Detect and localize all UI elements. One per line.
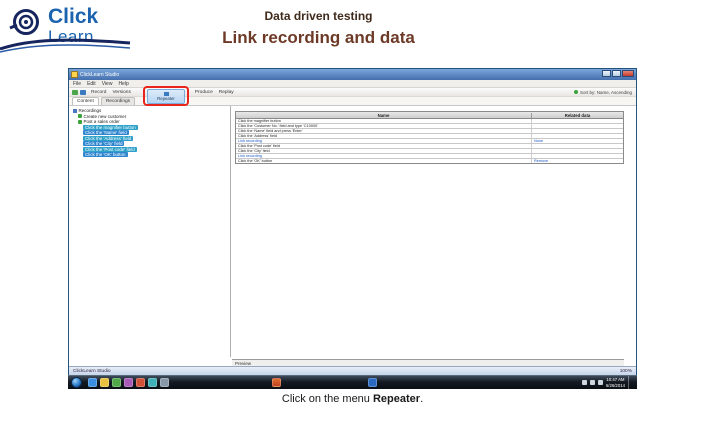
toolbar-replay-button[interactable]: Replay bbox=[216, 90, 237, 95]
windows-taskbar: 10:47 AM 6/26/2014 bbox=[68, 375, 637, 389]
tab-recordings[interactable]: Recordings bbox=[101, 97, 135, 105]
step-name-cell: Click the magnifier button bbox=[236, 119, 532, 123]
menu-file[interactable]: File bbox=[73, 81, 81, 87]
status-left-text: ClickLearn Studio bbox=[73, 369, 111, 374]
window-titlebar[interactable]: ClickLearn Studio bbox=[69, 69, 636, 80]
taskbar-explorer-icon[interactable] bbox=[100, 378, 109, 387]
step-name-cell: Click the 'Post code' field bbox=[236, 144, 532, 148]
tree-item-label: Create new customer bbox=[84, 114, 127, 119]
steps-panel: Name Related data Click the magnifier bu… bbox=[232, 106, 635, 357]
open-icon[interactable] bbox=[80, 90, 86, 95]
caption-repeater: Repeater bbox=[373, 393, 420, 405]
step-name-cell: Click the 'Customer No.' field and type … bbox=[236, 124, 532, 128]
network-icon[interactable] bbox=[590, 380, 595, 385]
window-app-icon bbox=[71, 71, 78, 78]
caption-prefix: Click on the menu bbox=[282, 393, 373, 405]
taskbar-app-icon[interactable] bbox=[136, 378, 145, 387]
taskbar-app-icon[interactable] bbox=[160, 378, 169, 387]
preview-bar[interactable]: Preview bbox=[232, 359, 624, 366]
slide-caption: Click on the menu Repeater. bbox=[68, 393, 637, 405]
tree-selected-label: Click the 'Address' field bbox=[83, 136, 133, 141]
toolbar-versions-button[interactable]: Versions bbox=[109, 90, 133, 95]
taskbar-icons bbox=[88, 378, 377, 387]
slide-subtitle: Data driven testing bbox=[0, 9, 637, 23]
menu-help[interactable]: Help bbox=[118, 81, 128, 87]
folder-icon bbox=[73, 109, 77, 113]
check-icon bbox=[78, 114, 82, 118]
tree-selected-label: Click the 'Post code' field bbox=[83, 147, 137, 152]
record-icon[interactable] bbox=[72, 90, 78, 95]
sort-text: Sort by: Name, Ascending bbox=[580, 90, 632, 95]
step-name-link[interactable]: Link recording bbox=[236, 154, 532, 158]
taskbar-clock[interactable]: 10:47 AM 6/26/2014 bbox=[606, 377, 625, 388]
toolbar-record-button[interactable]: Record bbox=[88, 90, 109, 95]
tree-selected-item[interactable]: Click the 'OK' button bbox=[70, 152, 230, 158]
taskbar-browser-icon[interactable] bbox=[88, 378, 97, 387]
steps-table: Name Related data Click the magnifier bu… bbox=[235, 111, 624, 164]
slide-title: Link recording and data bbox=[0, 28, 637, 48]
step-name-link[interactable]: Link recording bbox=[236, 139, 532, 143]
taskbar-pinned-app-icon[interactable] bbox=[368, 378, 377, 387]
preview-label: Preview bbox=[235, 361, 251, 366]
step-name-cell: Click the 'Name' field and press 'Enter' bbox=[236, 129, 532, 133]
menu-edit[interactable]: Edit bbox=[87, 81, 96, 87]
recordings-tree-panel: Recordings Create new customer Post a sa… bbox=[70, 106, 231, 357]
step-name-cell: Click the 'City' field bbox=[236, 149, 532, 153]
tree-item-label: Post a sales order bbox=[84, 119, 120, 124]
related-data-link[interactable]: None bbox=[532, 139, 623, 143]
maximize-button[interactable] bbox=[612, 70, 621, 77]
clicklearn-studio-window: ClickLearn Studio File Edit View Help Re… bbox=[68, 68, 637, 375]
close-button[interactable] bbox=[622, 70, 634, 77]
tree-root-label: Recordings bbox=[79, 108, 102, 113]
table-header-row: Name Related data bbox=[236, 112, 623, 119]
check-icon bbox=[78, 120, 82, 124]
table-row[interactable]: Click the 'OK' button Remove bbox=[236, 159, 623, 163]
step-name-cell: Click the 'OK' button bbox=[236, 159, 532, 163]
slide: Click Learn Data driven testing Link rec… bbox=[0, 0, 720, 437]
start-button[interactable] bbox=[71, 377, 82, 388]
sort-icon bbox=[574, 90, 578, 94]
taskbar-app-icon[interactable] bbox=[124, 378, 133, 387]
red-highlight-annotation bbox=[143, 86, 189, 106]
taskbar-app-icon[interactable] bbox=[112, 378, 121, 387]
tab-content[interactable]: Content bbox=[72, 97, 99, 105]
show-desktop-button[interactable] bbox=[628, 376, 634, 390]
status-zoom-text: 100% bbox=[620, 369, 632, 374]
tree-selected-label: Click the 'OK' button bbox=[83, 152, 128, 157]
app-screenshot: ClickLearn Studio File Edit View Help Re… bbox=[68, 68, 637, 390]
volume-icon[interactable] bbox=[598, 380, 603, 385]
tree-selected-label: Click the magnifier button bbox=[83, 125, 138, 130]
taskbar-app-icon[interactable] bbox=[148, 378, 157, 387]
tree-selected-label: Click the 'Name' field bbox=[83, 130, 129, 135]
column-header-related-data[interactable]: Related data bbox=[532, 113, 623, 118]
status-bar: ClickLearn Studio 100% bbox=[69, 366, 636, 375]
related-data-link[interactable]: Remove bbox=[532, 159, 623, 163]
system-tray: 10:47 AM 6/26/2014 bbox=[582, 376, 637, 390]
window-title: ClickLearn Studio bbox=[80, 72, 119, 78]
column-header-name[interactable]: Name bbox=[236, 113, 532, 118]
clock-date: 6/26/2014 bbox=[606, 383, 625, 389]
toolbar-produce-button[interactable]: Produce bbox=[192, 90, 216, 95]
clock-time: 10:47 AM bbox=[606, 377, 625, 383]
step-name-cell: Click the 'Address' field bbox=[236, 134, 532, 138]
tray-hidden-icons-icon[interactable] bbox=[582, 380, 587, 385]
menu-view[interactable]: View bbox=[102, 81, 113, 87]
taskbar-pinned-app-icon[interactable] bbox=[272, 378, 281, 387]
minimize-button[interactable] bbox=[602, 70, 611, 77]
tree-selected-label: Click the 'City' field bbox=[83, 141, 124, 146]
sort-control[interactable]: Sort by: Name, Ascending bbox=[574, 90, 636, 95]
caption-suffix: . bbox=[420, 393, 423, 405]
